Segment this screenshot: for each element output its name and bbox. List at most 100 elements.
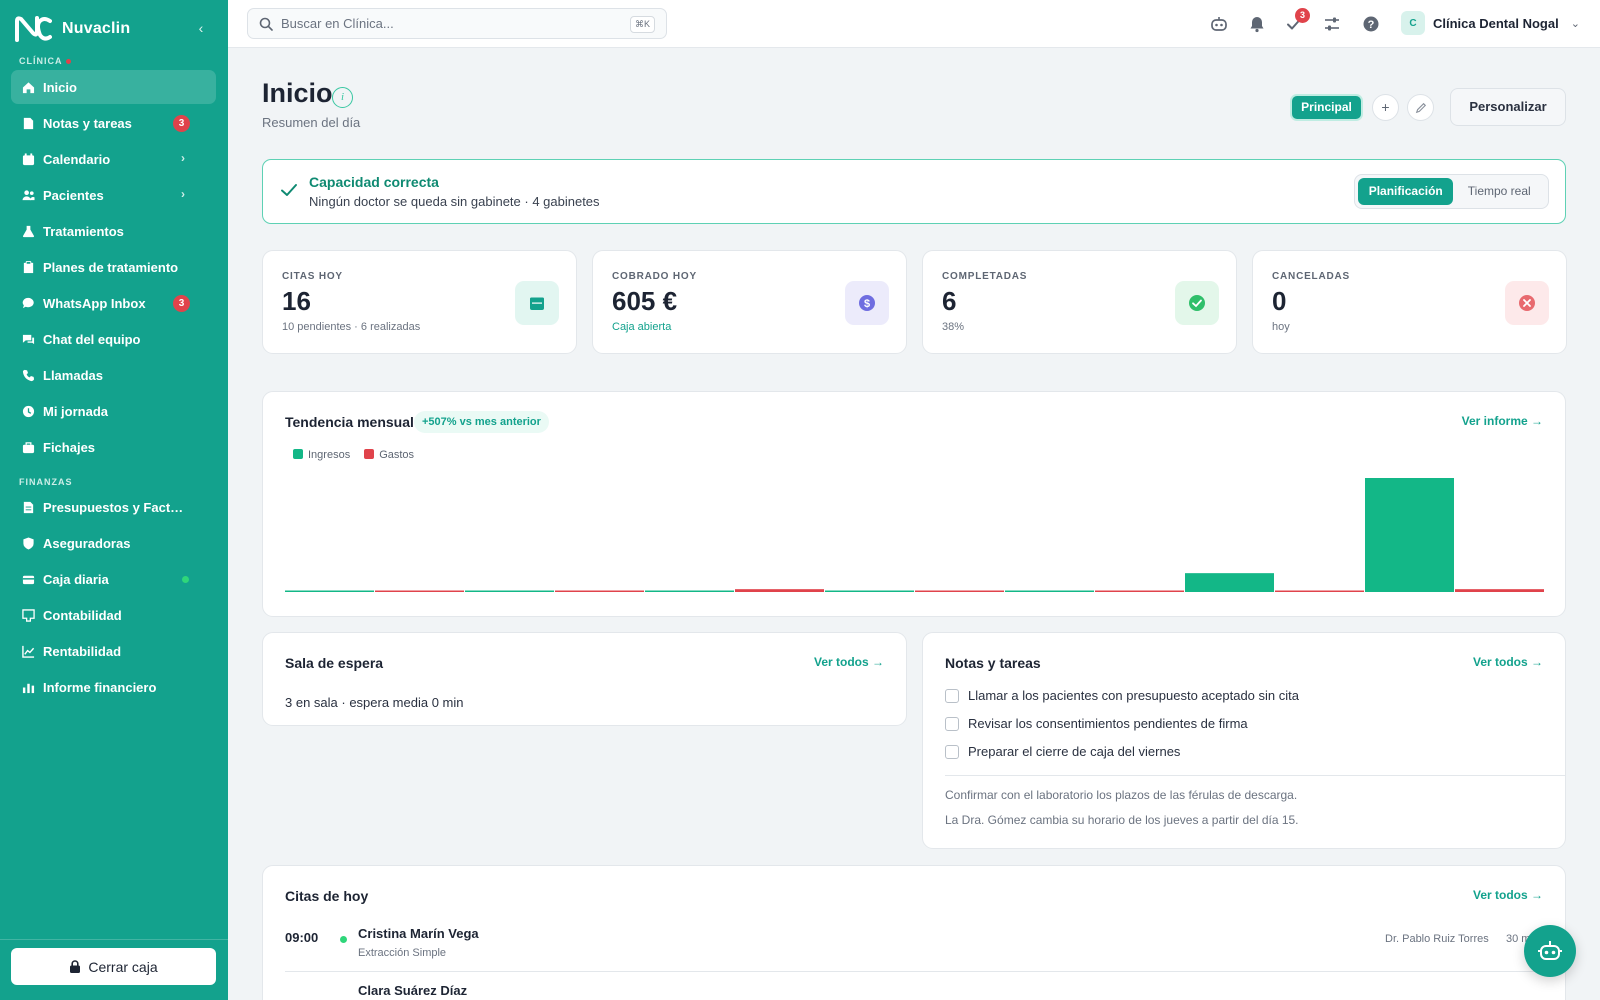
dollar-icon: $: [845, 281, 889, 325]
sidebar-item-pacientes[interactable]: Pacientes ›: [11, 178, 216, 212]
sidebar-item-label: Informe financiero: [43, 679, 157, 695]
bell-icon[interactable]: [1246, 13, 1268, 35]
sidebar-item-label: Mi jornada: [43, 403, 109, 419]
chart-bar-gastos-2[interactable]: [555, 590, 644, 593]
add-dashboard-button[interactable]: +: [1372, 94, 1399, 121]
sidebar-item-notas-y-tareas[interactable]: Notas y tareas 3: [11, 106, 216, 140]
chart-bar-ingresos-6[interactable]: [1185, 573, 1274, 592]
stat-card[interactable]: COBRADO HOY 605 € Caja abierta $: [592, 250, 907, 354]
task-label: Preparar el cierre de caja del viernes: [968, 744, 1181, 759]
assistant-fab-button[interactable]: [1524, 925, 1576, 977]
appointments-view-all-link[interactable]: Ver todos →: [1473, 888, 1543, 902]
stat-card[interactable]: CANCELADAS 0 hoy: [1252, 250, 1567, 354]
sidebar-item-fichajes[interactable]: Fichajes: [11, 430, 216, 464]
view-report-link[interactable]: Ver informe →: [1462, 414, 1543, 428]
collapse-sidebar-icon[interactable]: ‹: [193, 20, 209, 36]
task-checkbox[interactable]: [945, 716, 959, 731]
chart-bar-ingresos-7[interactable]: [1365, 478, 1454, 592]
home-icon: [21, 80, 35, 94]
appointment-patient-name[interactable]: Clara Suárez Díaz: [358, 983, 467, 998]
appointment-doctor: Dr. Pablo Ruiz Torres: [1385, 933, 1489, 945]
trend-change-badge: +507% vs mes anterior: [414, 411, 549, 433]
sidebar-item-mi-jornada[interactable]: Mi jornada: [11, 394, 216, 428]
task-item[interactable]: Preparar el cierre de caja del viernes: [945, 744, 1180, 759]
stat-label: COBRADO HOY: [612, 271, 697, 282]
dashboard-principal-button[interactable]: Principal: [1290, 94, 1363, 121]
sidebar-item-informe-financiero[interactable]: Informe financiero: [11, 670, 216, 704]
chevron-right-icon: ›: [181, 151, 185, 165]
capacity-title: Capacidad correcta: [309, 174, 439, 190]
chart-bar-ingresos-4[interactable]: [825, 590, 914, 593]
sidebar-item-planes-de-tratamiento[interactable]: Planes de tratamiento: [11, 250, 216, 284]
edit-dashboard-button[interactable]: [1407, 94, 1434, 121]
chart-bar-gastos-1[interactable]: [375, 590, 464, 593]
chart-bar-ingresos-1[interactable]: [285, 590, 374, 593]
clinic-switcher[interactable]: C Clínica Dental Nogal ⌄: [1401, 11, 1580, 35]
note-text: Confirmar con el laboratorio los plazos …: [945, 788, 1298, 802]
chart-bar-ingresos-2[interactable]: [465, 590, 554, 593]
sidebar-item-aseguradoras[interactable]: Aseguradoras: [11, 526, 216, 560]
monthly-trend-chart: [285, 478, 1544, 593]
sidebar-item-llamadas[interactable]: Llamadas: [11, 358, 216, 392]
stat-subtext: hoy: [1272, 321, 1290, 333]
close-cash-button[interactable]: Cerrar caja: [11, 948, 216, 985]
search-input[interactable]: [281, 16, 611, 31]
stat-label: COMPLETADAS: [942, 271, 1028, 282]
sidebar-item-chat-del-equipo[interactable]: Chat del equipo: [11, 322, 216, 356]
note-text: La Dra. Gómez cambia su horario de los j…: [945, 813, 1299, 827]
stat-card[interactable]: CITAS HOY 16 10 pendientes · 6 realizadas: [262, 250, 577, 354]
sidebar-item-label: Aseguradoras: [43, 535, 131, 551]
svg-text:?: ?: [1368, 19, 1375, 31]
users-icon: [21, 188, 35, 202]
customize-button[interactable]: Personalizar: [1450, 88, 1566, 126]
sidebar-item-label: Presupuestos y Facturación: [43, 499, 191, 515]
sliders-icon[interactable]: [1321, 13, 1343, 35]
lock-icon: [70, 960, 81, 973]
waiting-view-all-link[interactable]: Ver todos →: [814, 655, 884, 669]
help-icon[interactable]: ?: [1360, 13, 1382, 35]
stat-value: 0: [1272, 286, 1287, 316]
chart-bar-gastos-4[interactable]: [915, 590, 1004, 593]
chart-bar-gastos-5[interactable]: [1095, 590, 1184, 593]
chart-bar-ingresos-5[interactable]: [1005, 590, 1094, 593]
sidebar-item-rentabilidad[interactable]: Rentabilidad: [11, 634, 216, 668]
search-box[interactable]: ⌘K: [247, 8, 667, 39]
sidebar-item-contabilidad[interactable]: Contabilidad: [11, 598, 216, 632]
legend-item: Ingresos: [293, 449, 350, 461]
assistant-bot-icon[interactable]: [1208, 13, 1230, 35]
sidebar-item-caja-diaria[interactable]: Caja diaria: [11, 562, 216, 596]
chart-bar-gastos-3[interactable]: [735, 589, 824, 592]
sidebar-item-label: WhatsApp Inbox: [43, 295, 146, 311]
chart-bar-ingresos-3[interactable]: [645, 590, 734, 593]
notes-view-all-link[interactable]: Ver todos →: [1473, 655, 1543, 669]
briefcase-icon: [21, 440, 35, 454]
chart-bar-gastos-7[interactable]: [1455, 589, 1544, 592]
flask-icon: [21, 224, 35, 238]
notes-card: Notas y tareas Ver todos → Llamar a los …: [922, 632, 1566, 849]
tasks-check-icon[interactable]: 3: [1283, 8, 1310, 35]
task-checkbox[interactable]: [945, 744, 959, 759]
brand-logo[interactable]: Nuvaclin: [14, 14, 130, 44]
info-icon[interactable]: i: [332, 87, 353, 108]
task-item[interactable]: Llamar a los pacientes con presupuesto a…: [945, 688, 1299, 703]
mode-planning-button[interactable]: Planificación: [1358, 178, 1454, 205]
count-badge: 3: [173, 295, 190, 312]
chart-bar-gastos-6[interactable]: [1275, 590, 1364, 593]
stat-card[interactable]: COMPLETADAS 6 38%: [922, 250, 1237, 354]
task-item[interactable]: Revisar los consentimientos pendientes d…: [945, 716, 1248, 731]
sidebar-item-tratamientos[interactable]: Tratamientos: [11, 214, 216, 248]
search-shortcut: ⌘K: [629, 16, 655, 33]
cash-register-icon: [21, 572, 35, 586]
sidebar-item-presupuestos-y-facturacion[interactable]: Presupuestos y Facturación: [11, 490, 216, 524]
sidebar-item-label: Notas y tareas: [43, 115, 132, 131]
mode-realtime-button[interactable]: Tiempo real: [1453, 178, 1545, 205]
sidebar-item-whatsapp-inbox[interactable]: WhatsApp Inbox 3: [11, 286, 216, 320]
tasks-badge: 3: [1295, 8, 1310, 23]
sidebar-item-inicio[interactable]: Inicio: [11, 70, 216, 104]
svg-text:$: $: [864, 298, 870, 310]
stat-value: 16: [282, 286, 311, 316]
sidebar-item-calendario[interactable]: Calendario ›: [11, 142, 216, 176]
bar-chart-icon: [21, 680, 35, 694]
task-checkbox[interactable]: [945, 688, 959, 703]
appointment-patient-name[interactable]: Cristina Marín Vega: [358, 926, 479, 941]
